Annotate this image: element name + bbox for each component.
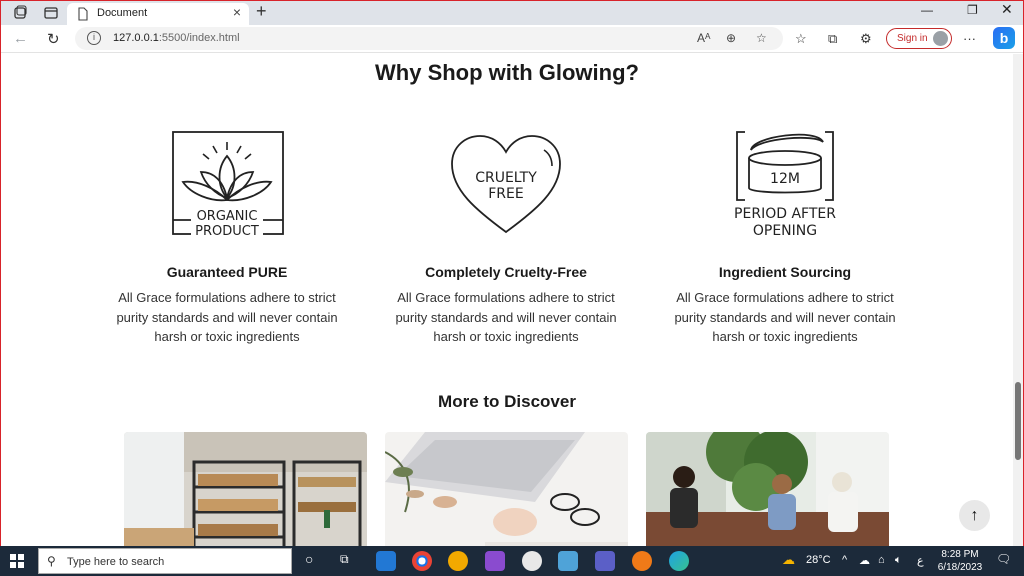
app-icon[interactable] bbox=[448, 551, 468, 571]
sign-in-label: Sign in bbox=[897, 33, 928, 44]
zoom-icon[interactable]: ⊕ bbox=[726, 31, 736, 45]
taskbar-search-box[interactable]: ⚲ Type here to search bbox=[38, 548, 292, 574]
search-icon: ⚲ bbox=[47, 554, 56, 568]
cortana-icon[interactable]: ○ bbox=[305, 551, 313, 567]
close-tab-icon[interactable]: × bbox=[233, 4, 241, 20]
temperature[interactable]: 28°C bbox=[806, 554, 831, 566]
women-sofa-image bbox=[646, 432, 889, 546]
windows-start-icon[interactable] bbox=[10, 554, 24, 568]
discover-card-laptop-image[interactable] bbox=[385, 432, 628, 546]
feature-description: All Grace formulations adhere to strict … bbox=[116, 290, 338, 344]
address-bar-row: ← ↻ i 127.0.0.1:5500/index.html Aᴬ ⊕ ☆ ☆… bbox=[1, 25, 1023, 53]
feature-card: 12M PERIOD AFTER OPENING Ingredient Sour… bbox=[655, 128, 915, 347]
search-placeholder: Type here to search bbox=[67, 556, 165, 568]
close-window-icon[interactable]: ✕ bbox=[1001, 1, 1013, 18]
store-shelves-image bbox=[124, 432, 367, 546]
icon-text: CRUELTY bbox=[475, 170, 537, 186]
feature-card: CRUELTY FREE Completely Cruelty-Free All… bbox=[376, 128, 636, 347]
icon-text: OPENING bbox=[753, 223, 817, 238]
teams-icon[interactable] bbox=[595, 551, 615, 571]
feature-description: All Grace formulations adhere to strict … bbox=[395, 290, 617, 344]
workspaces-icon[interactable] bbox=[12, 5, 28, 21]
site-info-icon[interactable]: i bbox=[87, 31, 101, 45]
scrollbar-thumb[interactable] bbox=[1015, 382, 1021, 460]
web-page: Why Shop with Glowing? ORGANIC PRODUCT G… bbox=[1, 54, 1013, 546]
arrow-up-icon: ↑ bbox=[970, 507, 979, 524]
restore-icon[interactable]: ❐ bbox=[967, 3, 978, 17]
vscode-icon[interactable] bbox=[376, 551, 396, 571]
app-icon[interactable] bbox=[522, 551, 542, 571]
icon-text: ORGANIC bbox=[197, 209, 258, 224]
laptop-desk-image bbox=[385, 432, 628, 546]
discover-card-store-image[interactable] bbox=[124, 432, 367, 546]
bing-chat-icon[interactable]: b bbox=[993, 27, 1015, 49]
icon-text: 12M bbox=[770, 171, 800, 187]
refresh-icon[interactable]: ↻ bbox=[47, 30, 60, 48]
icon-text: PERIOD AFTER bbox=[734, 206, 836, 222]
tab-strip: Document × + — ❐ ✕ bbox=[1, 1, 1023, 25]
minimize-icon[interactable]: — bbox=[921, 3, 933, 17]
edge-icon[interactable] bbox=[669, 551, 689, 571]
cruelty-free-icon: CRUELTY FREE bbox=[451, 135, 561, 234]
network-icon[interactable]: ⌂ bbox=[878, 554, 885, 566]
clock[interactable]: 8:28 PM 6/18/2023 bbox=[932, 548, 988, 574]
more-options-icon[interactable]: ··· bbox=[963, 31, 976, 46]
discover-card-people-image[interactable] bbox=[646, 432, 889, 546]
favorite-star-icon[interactable]: ☆ bbox=[756, 31, 767, 45]
tab-title: Document bbox=[97, 7, 148, 19]
icon-text: FREE bbox=[488, 186, 523, 202]
organic-product-icon: ORGANIC PRODUCT bbox=[172, 131, 284, 238]
icon-text: PRODUCT bbox=[195, 224, 259, 238]
weather-icon[interactable]: ☁ bbox=[782, 552, 795, 568]
volume-icon[interactable]: 🔈︎ bbox=[895, 554, 902, 567]
feature-description: All Grace formulations adhere to strict … bbox=[674, 290, 896, 344]
feature-title: Completely Cruelty-Free bbox=[425, 264, 587, 280]
address-bar[interactable]: i 127.0.0.1:5500/index.html Aᴬ ⊕ ☆ bbox=[75, 27, 783, 50]
clock-date: 6/18/2023 bbox=[937, 562, 983, 573]
discover-heading: More to Discover bbox=[438, 392, 576, 411]
page-scrollbar[interactable] bbox=[1013, 54, 1023, 546]
document-icon bbox=[78, 7, 88, 21]
cloud-icon[interactable]: ☁ bbox=[859, 554, 870, 567]
feature-card: ORGANIC PRODUCT Guaranteed PURE All Grac… bbox=[97, 128, 357, 347]
extensions-icon[interactable]: ⚙ bbox=[860, 31, 872, 47]
new-tab-icon[interactable]: + bbox=[256, 1, 267, 22]
profile-avatar-icon bbox=[933, 31, 948, 46]
tab-actions-icon[interactable] bbox=[43, 5, 59, 21]
feature-title: Guaranteed PURE bbox=[166, 264, 288, 280]
visual-studio-icon[interactable] bbox=[485, 551, 505, 571]
favorites-icon[interactable]: ☆ bbox=[795, 31, 807, 47]
back-icon[interactable]: ← bbox=[13, 30, 28, 47]
tab-document[interactable]: Document × bbox=[67, 3, 249, 25]
read-aloud-icon[interactable]: Aᴬ bbox=[697, 31, 710, 45]
taskbar: ⚲ Type here to search ○ ⧉ ☁ 28°C ^ ☁ ⌂ 🔈… bbox=[0, 546, 1024, 576]
feature-title: Ingredient Sourcing bbox=[718, 264, 852, 280]
app-icon[interactable] bbox=[632, 551, 652, 571]
chevron-up-icon[interactable]: ^ bbox=[842, 554, 847, 566]
url-text: 127.0.0.1:5500/index.html bbox=[113, 32, 240, 44]
back-to-top-button[interactable]: ↑ bbox=[959, 500, 990, 531]
period-after-opening-icon: 12M PERIOD AFTER OPENING bbox=[734, 131, 836, 238]
collections-icon[interactable]: ⧉ bbox=[828, 31, 837, 47]
chrome-icon[interactable] bbox=[412, 551, 432, 571]
sign-in-button[interactable]: Sign in bbox=[886, 28, 952, 49]
notifications-icon[interactable]: 🗨︎ bbox=[996, 552, 1011, 566]
task-view-icon[interactable]: ⧉ bbox=[340, 552, 349, 567]
app-icon[interactable] bbox=[558, 551, 578, 571]
clock-time: 8:28 PM bbox=[941, 549, 979, 560]
input-language[interactable]: ع bbox=[917, 554, 924, 567]
page-heading: Why Shop with Glowing? bbox=[375, 60, 639, 85]
